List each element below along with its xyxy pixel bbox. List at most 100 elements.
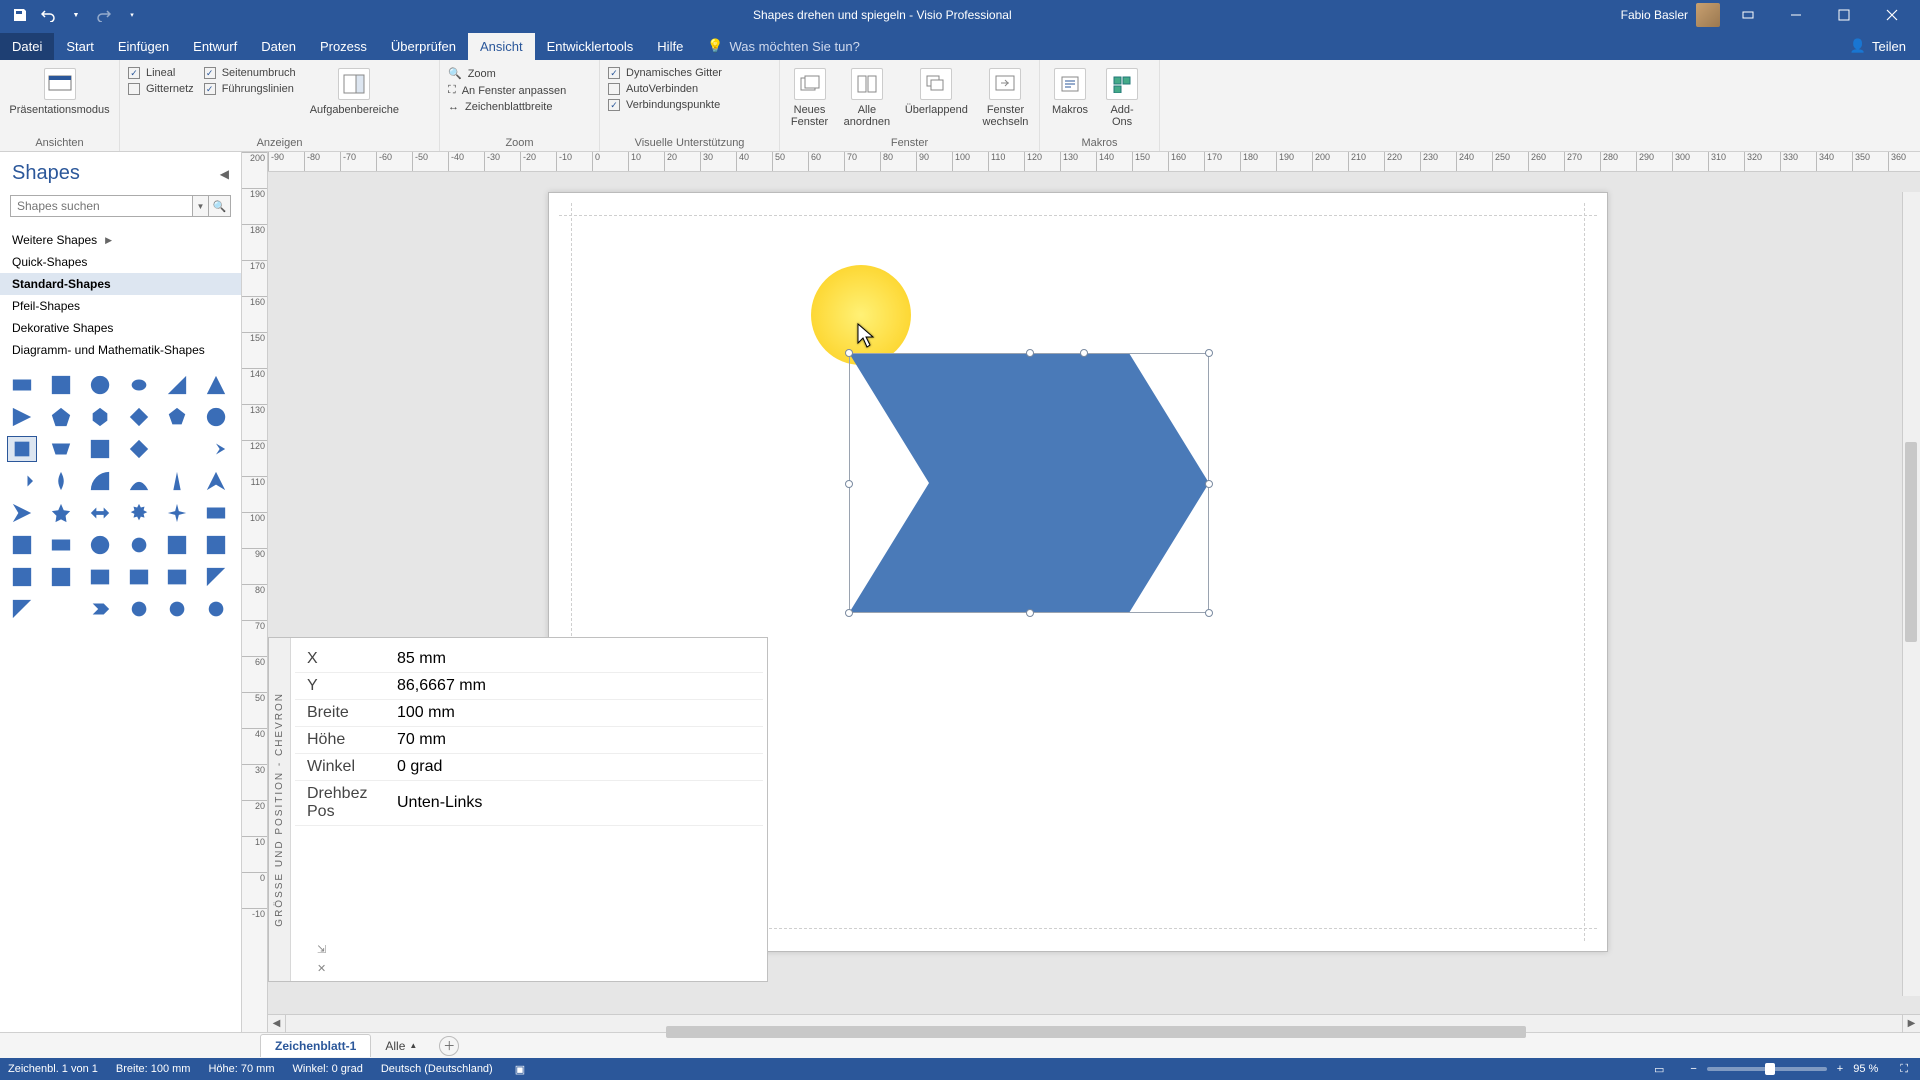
shape-thumb[interactable] bbox=[8, 373, 36, 397]
prop-value[interactable]: Unten-Links bbox=[385, 781, 763, 826]
scroll-right-icon[interactable]: ▶ bbox=[1902, 1015, 1920, 1033]
shape-thumb[interactable] bbox=[163, 405, 191, 429]
ribbon-display-icon[interactable] bbox=[1728, 0, 1768, 30]
shape-thumb[interactable] bbox=[202, 437, 230, 461]
page-view-icon[interactable]: ▭ bbox=[1650, 1063, 1668, 1076]
seitenumbruch-checkbox[interactable]: ✓Seitenumbruch bbox=[202, 66, 298, 80]
drawing-viewport[interactable]: GRÖSSE UND POSITION - CHEVRON X85 mmY86,… bbox=[268, 172, 1920, 1014]
shape-thumb[interactable] bbox=[8, 405, 36, 429]
shape-thumb[interactable] bbox=[47, 565, 75, 589]
zoom-label[interactable]: 95 % bbox=[1853, 1063, 1878, 1075]
shape-thumb[interactable] bbox=[47, 373, 75, 397]
zoom-slider[interactable] bbox=[1707, 1067, 1827, 1071]
shape-thumb[interactable] bbox=[125, 373, 153, 397]
vertical-scrollbar[interactable] bbox=[1902, 192, 1920, 996]
horizontal-scrollbar[interactable]: ◀ ▶ bbox=[268, 1014, 1920, 1032]
sheet-all-button[interactable]: Alle▲ bbox=[375, 1035, 427, 1057]
switch-window-button[interactable]: Fenster wechseln bbox=[978, 66, 1033, 130]
shape-thumb[interactable] bbox=[163, 373, 191, 397]
category-arrow[interactable]: Pfeil-Shapes bbox=[0, 295, 241, 317]
fit-window-button[interactable]: ⛶An Fenster anpassen bbox=[446, 83, 568, 98]
horizontal-ruler[interactable]: -90-80-70-60-50-40-30-20-100102030405060… bbox=[268, 152, 1920, 172]
pane-close-icon[interactable]: ✕ bbox=[317, 962, 326, 975]
handle-n[interactable] bbox=[1026, 349, 1034, 357]
tell-me-search[interactable]: 💡 Was möchten Sie tun? bbox=[695, 32, 872, 60]
shape-thumb[interactable] bbox=[86, 469, 114, 493]
shapes-search-input[interactable] bbox=[10, 195, 193, 217]
qat-customize-icon[interactable]: ▾ bbox=[120, 3, 144, 27]
add-sheet-button[interactable]: ＋ bbox=[439, 1036, 459, 1056]
collapse-panel-icon[interactable]: ◀ bbox=[220, 167, 229, 181]
dyn-grid-checkbox[interactable]: ✓Dynamisches Gitter bbox=[606, 66, 724, 80]
shape-thumb[interactable] bbox=[163, 597, 191, 621]
handle-nw[interactable] bbox=[845, 349, 853, 357]
tab-daten[interactable]: Daten bbox=[249, 33, 308, 60]
macros-button[interactable]: Makros bbox=[1046, 66, 1094, 118]
tab-entwicklertools[interactable]: Entwicklertools bbox=[535, 33, 646, 60]
shape-thumb[interactable] bbox=[202, 565, 230, 589]
sheet-tab-1[interactable]: Zeichenblatt-1 bbox=[260, 1034, 371, 1057]
shape-thumb[interactable] bbox=[163, 533, 191, 557]
autoconnect-checkbox[interactable]: AutoVerbinden bbox=[606, 82, 724, 96]
shape-thumb[interactable] bbox=[125, 501, 153, 525]
scroll-thumb[interactable] bbox=[666, 1026, 1526, 1038]
pane-pin-icon[interactable]: ⇲ bbox=[317, 943, 326, 956]
handle-sw[interactable] bbox=[845, 609, 853, 617]
shape-thumb[interactable] bbox=[125, 597, 153, 621]
tab-hilfe[interactable]: Hilfe bbox=[645, 33, 695, 60]
save-icon[interactable] bbox=[8, 3, 32, 27]
category-diagram[interactable]: Diagramm- und Mathematik-Shapes bbox=[0, 339, 241, 361]
shape-thumb[interactable] bbox=[8, 533, 36, 557]
more-shapes-item[interactable]: Weitere Shapes▶ bbox=[0, 229, 241, 251]
zoom-button[interactable]: 🔍Zoom bbox=[446, 66, 568, 81]
shape-thumb[interactable] bbox=[86, 501, 114, 525]
shape-thumb[interactable] bbox=[125, 405, 153, 429]
shape-thumb[interactable] bbox=[86, 533, 114, 557]
new-window-button[interactable]: Neues Fenster bbox=[786, 66, 833, 130]
search-go-icon[interactable]: 🔍 bbox=[209, 195, 231, 217]
macro-record-icon[interactable]: ▣ bbox=[511, 1063, 529, 1076]
shape-thumb[interactable] bbox=[47, 437, 75, 461]
handle-w[interactable] bbox=[845, 480, 853, 488]
shape-thumb[interactable] bbox=[86, 597, 114, 621]
shape-thumb[interactable] bbox=[47, 405, 75, 429]
avatar[interactable] bbox=[1696, 3, 1720, 27]
tab-ueberpruefen[interactable]: Überprüfen bbox=[379, 33, 468, 60]
shape-thumb[interactable] bbox=[202, 469, 230, 493]
size-position-pane[interactable]: GRÖSSE UND POSITION - CHEVRON X85 mmY86,… bbox=[268, 637, 768, 982]
shape-thumb[interactable] bbox=[202, 597, 230, 621]
shape-thumb[interactable] bbox=[202, 533, 230, 557]
shape-thumb[interactable] bbox=[47, 597, 75, 621]
prop-value[interactable]: 85 mm bbox=[385, 646, 763, 673]
shape-thumb[interactable] bbox=[47, 533, 75, 557]
tab-start[interactable]: Start bbox=[54, 33, 105, 60]
handle-e[interactable] bbox=[1205, 480, 1213, 488]
shape-thumb[interactable] bbox=[47, 469, 75, 493]
prop-value[interactable]: 70 mm bbox=[385, 727, 763, 754]
shape-thumb[interactable] bbox=[202, 373, 230, 397]
arrange-all-button[interactable]: Alle anordnen bbox=[839, 66, 895, 130]
category-standard[interactable]: Standard-Shapes bbox=[0, 273, 241, 295]
lineal-checkbox[interactable]: ✓Lineal bbox=[126, 66, 196, 80]
tab-ansicht[interactable]: Ansicht bbox=[468, 33, 535, 60]
share-button[interactable]: 👤 Teilen bbox=[1836, 32, 1920, 60]
shape-thumb[interactable] bbox=[86, 437, 114, 461]
shape-thumb[interactable] bbox=[163, 565, 191, 589]
connection-points-checkbox[interactable]: ✓Verbindungspunkte bbox=[606, 98, 724, 112]
handle-se[interactable] bbox=[1205, 609, 1213, 617]
shape-thumb[interactable] bbox=[8, 469, 36, 493]
handle-ne[interactable] bbox=[1205, 349, 1213, 357]
cascade-button[interactable]: Überlappend bbox=[901, 66, 972, 118]
tab-entwurf[interactable]: Entwurf bbox=[181, 33, 249, 60]
status-language[interactable]: Deutsch (Deutschland) bbox=[381, 1063, 493, 1075]
vertical-ruler[interactable]: 2001901801701601501401301201101009080706… bbox=[242, 152, 268, 1032]
handle-rotate[interactable] bbox=[1080, 349, 1088, 357]
fuehrungslinien-checkbox[interactable]: ✓Führungslinien bbox=[202, 82, 298, 96]
shape-thumb[interactable] bbox=[8, 629, 36, 653]
prop-value[interactable]: 100 mm bbox=[385, 700, 763, 727]
fit-page-icon[interactable]: ⛶ bbox=[1896, 1063, 1912, 1076]
prop-value[interactable]: 0 grad bbox=[385, 754, 763, 781]
tab-datei[interactable]: Datei bbox=[0, 33, 54, 60]
handle-s[interactable] bbox=[1026, 609, 1034, 617]
shape-thumb[interactable] bbox=[8, 565, 36, 589]
